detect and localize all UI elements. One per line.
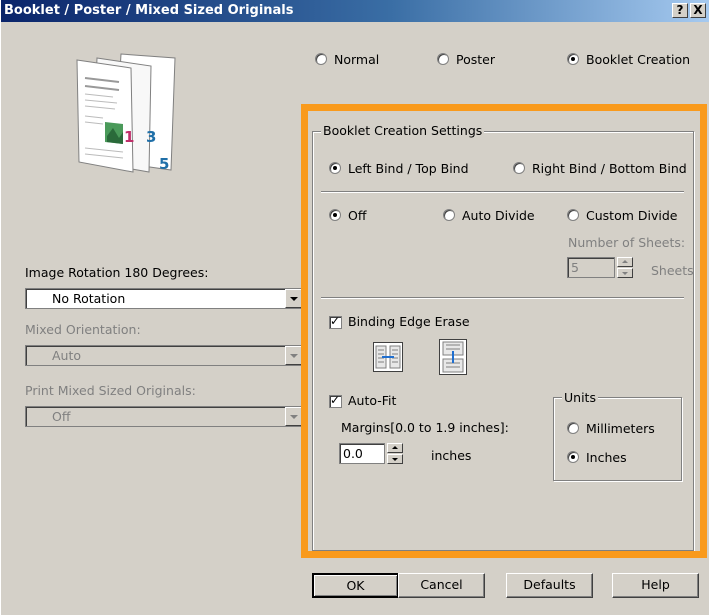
mixed-orientation-select[interactable]: Auto [25, 345, 303, 366]
page-number-3: 3 [146, 128, 157, 146]
chevron-down-icon[interactable] [285, 407, 302, 426]
mixed-orientation-value: Auto [52, 348, 82, 363]
close-title-button[interactable]: X [690, 3, 706, 18]
image-rotation-value: No Rotation [52, 291, 126, 306]
window-title: Booklet / Poster / Mixed Sized Originals [4, 3, 294, 18]
image-rotation-label: Image Rotation 180 Degrees: [25, 265, 209, 280]
mixed-orientation-label: Mixed Orientation: [25, 322, 141, 337]
page-number-1: 1 [124, 128, 135, 146]
mode-normal-radio[interactable] [315, 53, 327, 65]
cancel-button[interactable]: Cancel [398, 573, 485, 598]
mode-booklet-radio[interactable] [567, 53, 579, 65]
dialog-window: Booklet / Poster / Mixed Sized Originals… [0, 0, 709, 615]
print-mixed-select[interactable]: Off [25, 406, 303, 427]
mode-booklet-label[interactable]: Booklet Creation [586, 52, 690, 67]
booklet-illustration-icon [76, 53, 176, 173]
highlight-frame [301, 104, 707, 558]
mode-poster-label[interactable]: Poster [456, 52, 495, 67]
help-button[interactable]: Help [612, 573, 699, 598]
defaults-button[interactable]: Defaults [506, 573, 593, 598]
print-mixed-value: Off [52, 409, 71, 424]
image-rotation-select[interactable]: No Rotation [25, 288, 303, 309]
chevron-down-icon[interactable] [285, 289, 302, 308]
page-number-5: 5 [159, 155, 170, 173]
ok-button[interactable]: OK [312, 573, 399, 598]
title-bar: Booklet / Poster / Mixed Sized Originals… [1, 0, 709, 22]
mode-poster-radio[interactable] [437, 53, 449, 65]
chevron-down-icon[interactable] [285, 346, 302, 365]
mode-normal-label[interactable]: Normal [334, 52, 379, 67]
print-mixed-label: Print Mixed Sized Originals: [25, 383, 196, 398]
help-title-button[interactable]: ? [672, 3, 688, 18]
